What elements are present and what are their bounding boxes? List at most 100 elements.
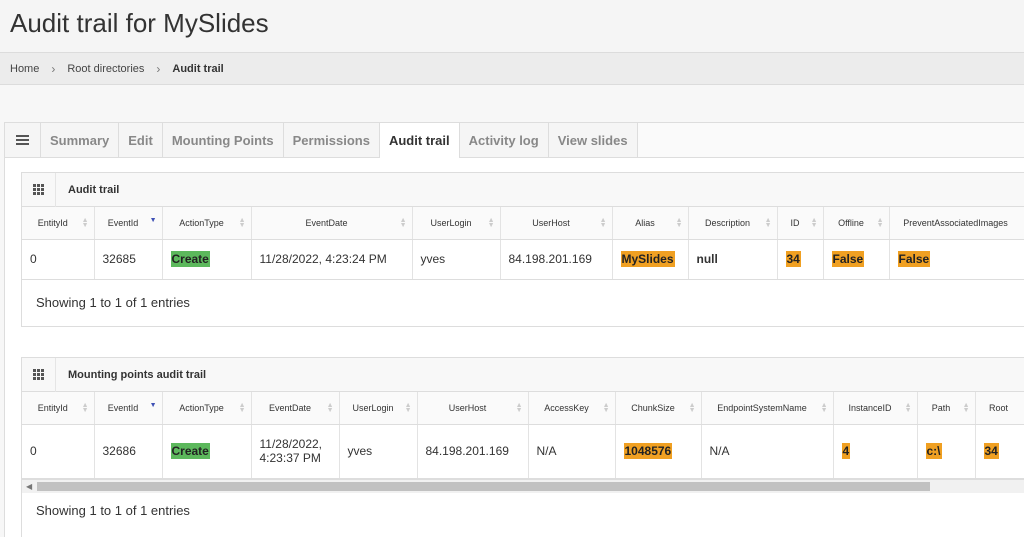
- sort-icon: ▲ ▼: [904, 402, 912, 414]
- table-row: 0 32686 Create 11/28/2022, 4:23:37 PM yve…: [22, 424, 1024, 479]
- table-row: 0 32685 Create 11/28/2022, 4:23:24 PM yv…: [22, 239, 1024, 280]
- column-header[interactable]: UserLogin ▲ ▼: [412, 207, 501, 240]
- instance-id-value: 4: [841, 443, 851, 459]
- column-header[interactable]: ActionType ▲ ▼: [162, 392, 252, 425]
- action-type-badge: Create: [170, 251, 210, 267]
- horizontal-scrollbar[interactable]: ◀: [22, 478, 1024, 493]
- column-header[interactable]: EntityId ▲ ▼: [22, 392, 95, 425]
- audit-trail-panel: Audit trail EntityId ▲ ▼ EventId ▼ ActionTy…: [21, 172, 1024, 327]
- sort-icon: ▲ ▼: [238, 402, 246, 414]
- panel-title: Mounting points audit trail: [68, 368, 207, 381]
- content-area: Summary Edit Mounting Points Permissions…: [0, 85, 1024, 537]
- sort-icon: ▲ ▼: [515, 402, 523, 414]
- grid-icon: [22, 357, 56, 392]
- mounting-points-panel: Mounting points audit trail EntityId ▲ ▼ E…: [21, 357, 1024, 537]
- entries-info: Showing 1 to 1 of 1 entries: [36, 503, 190, 518]
- root-value: 34: [983, 443, 999, 459]
- column-header[interactable]: UserHost ▲ ▼: [500, 207, 613, 240]
- sort-desc-icon: ▼: [149, 402, 157, 409]
- cell-id: 34: [777, 239, 824, 280]
- event-date-line: 11/28/2022,: [259, 437, 323, 451]
- action-type-badge: Create: [170, 443, 210, 459]
- sort-icon: ▲ ▼: [602, 402, 610, 414]
- cell-chunk-size: 1048576: [615, 424, 702, 479]
- column-header[interactable]: ChunkSize ▲ ▼: [615, 392, 702, 425]
- column-header[interactable]: EventDate ▲ ▼: [251, 392, 340, 425]
- sort-icon: ▲ ▼: [81, 217, 89, 229]
- cell-path: c:\: [917, 424, 976, 479]
- id-value: 34: [785, 251, 801, 267]
- event-date-line: 4:23:37 PM: [259, 451, 321, 465]
- cell-user-login: yves: [339, 424, 418, 479]
- column-header[interactable]: EndpointSystemName ▲ ▼: [701, 392, 834, 425]
- breadcrumb-home[interactable]: Home: [10, 63, 39, 75]
- menu-toggle[interactable]: [5, 123, 41, 157]
- cell-entity-id: 0: [22, 424, 95, 479]
- sort-icon: ▲ ▼: [404, 402, 412, 414]
- alias-value: MySlides: [620, 251, 675, 267]
- column-header[interactable]: EventId ▼: [94, 392, 163, 425]
- cell-action-type: Create: [162, 424, 252, 479]
- column-header[interactable]: ID ▲ ▼: [777, 207, 824, 240]
- breadcrumb-root[interactable]: Root directories: [67, 63, 144, 75]
- sort-icon: ▲ ▼: [688, 402, 696, 414]
- column-header[interactable]: Alias ▲ ▼: [612, 207, 689, 240]
- entries-info: Showing 1 to 1 of 1 entries: [36, 295, 190, 310]
- sort-icon: ▲ ▼: [876, 217, 884, 229]
- scroll-left-icon[interactable]: ◀: [26, 482, 32, 491]
- sort-icon: ▲ ▼: [675, 217, 683, 229]
- tab-permissions[interactable]: Permissions: [283, 123, 380, 157]
- column-header[interactable]: UserHost ▲ ▼: [417, 392, 529, 425]
- column-header[interactable]: Path ▲ ▼: [917, 392, 976, 425]
- cell-prevent-associated-images: False: [889, 239, 1024, 280]
- scrollbar-thumb[interactable]: [37, 481, 930, 491]
- column-header[interactable]: PreventAssociatedImages: [889, 207, 1024, 240]
- cell-user-login: yves: [412, 239, 501, 280]
- tab-activity-log[interactable]: Activity log: [459, 123, 549, 157]
- column-header[interactable]: UserLogin ▲ ▼: [339, 392, 418, 425]
- column-header[interactable]: ActionType ▲ ▼: [162, 207, 252, 240]
- sort-icon: ▲ ▼: [962, 402, 970, 414]
- breadcrumb: Home › Root directories › Audit trail: [0, 52, 1024, 85]
- tab-edit[interactable]: Edit: [119, 123, 163, 157]
- tab-audit-trail[interactable]: Audit trail: [379, 123, 460, 158]
- cell-event-id: 32685: [94, 239, 163, 280]
- sort-icon: ▲ ▼: [599, 217, 607, 229]
- table-header-row: EntityId ▲ ▼ EventId ▼ ActionType ▲ ▼ EventDa…: [22, 207, 1024, 240]
- path-value: c:\: [925, 443, 942, 459]
- cell-root: 34: [975, 424, 1024, 479]
- column-header[interactable]: EventId ▼: [94, 207, 163, 240]
- page-title: Audit trail for MySlides: [10, 8, 269, 38]
- sort-desc-icon: ▼: [149, 217, 157, 224]
- audit-trail-table: EntityId ▲ ▼ EventId ▼ ActionType ▲ ▼ EventDa…: [22, 207, 1024, 280]
- cell-user-host: 84.198.201.169: [417, 424, 529, 479]
- panel-header: Mounting points audit trail: [22, 357, 1024, 392]
- column-header[interactable]: Root: [975, 392, 1024, 425]
- menu-icon: [16, 135, 29, 145]
- cell-action-type: Create: [162, 239, 252, 280]
- column-header[interactable]: EntityId ▲ ▼: [22, 207, 95, 240]
- cell-access-key: N/A: [528, 424, 616, 479]
- offline-value: False: [831, 251, 865, 267]
- sort-icon: ▲ ▼: [326, 402, 334, 414]
- tab-mounting-points[interactable]: Mounting Points: [162, 123, 284, 157]
- tab-view-slides[interactable]: View slides: [548, 123, 638, 157]
- sort-icon: ▲ ▼: [81, 402, 89, 414]
- grid-icon: [22, 172, 56, 207]
- column-header[interactable]: EventDate ▲ ▼: [251, 207, 413, 240]
- chunk-size-value: 1048576: [623, 443, 673, 459]
- cell-event-date: 11/28/2022, 4:23:24 PM: [251, 239, 413, 280]
- chevron-right-icon: ›: [156, 61, 161, 76]
- column-header[interactable]: Offline ▲ ▼: [823, 207, 890, 240]
- prevent-value: False: [897, 251, 931, 267]
- column-header[interactable]: Description ▲ ▼: [688, 207, 778, 240]
- sort-icon: ▲ ▼: [399, 217, 407, 229]
- tab-summary[interactable]: Summary: [41, 123, 120, 157]
- sort-icon: ▲ ▼: [238, 217, 246, 229]
- cell-entity-id: 0: [22, 239, 95, 280]
- column-header[interactable]: InstanceID ▲ ▼: [833, 392, 918, 425]
- column-header[interactable]: AccessKey ▲ ▼: [528, 392, 616, 425]
- cell-offline: False: [823, 239, 890, 280]
- cell-event-date: 11/28/2022, 4:23:37 PM: [251, 424, 340, 479]
- tab-content: Audit trail EntityId ▲ ▼ EventId ▼ ActionTy…: [4, 158, 1024, 537]
